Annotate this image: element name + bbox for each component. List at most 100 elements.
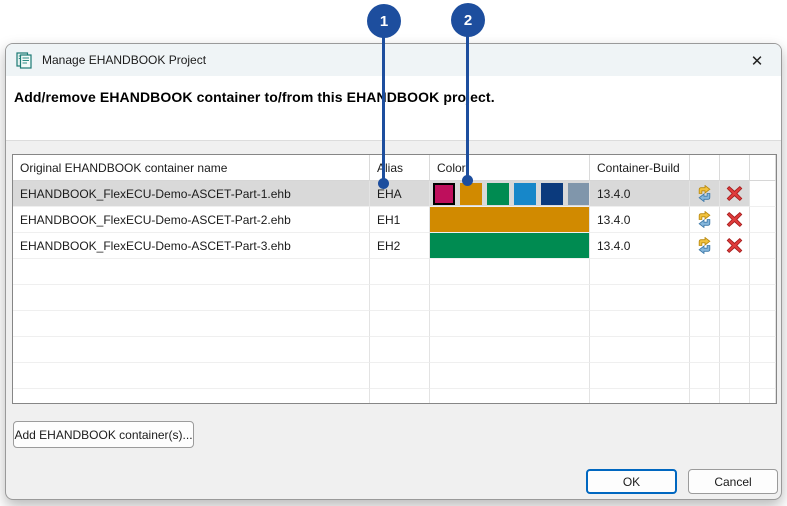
container-name-cell[interactable]: EHANDBOOK_FlexECU-Demo-ASCET-Part-1.ehb bbox=[13, 181, 370, 207]
empty-cell bbox=[370, 363, 430, 389]
swap-cell[interactable] bbox=[690, 233, 720, 259]
color-swatch-orange[interactable] bbox=[460, 182, 482, 205]
container-name-cell[interactable]: EHANDBOOK_FlexECU-Demo-ASCET-Part-2.ehb bbox=[13, 207, 370, 233]
color-swatch-navy[interactable] bbox=[541, 182, 563, 205]
column-header-alias[interactable]: Alias bbox=[370, 155, 430, 181]
filler-cell bbox=[750, 207, 776, 233]
column-header-build[interactable]: Container-Build bbox=[590, 155, 690, 181]
delete-cell[interactable] bbox=[720, 181, 750, 207]
empty-cell bbox=[590, 337, 690, 363]
empty-cell bbox=[370, 259, 430, 285]
add-container-button[interactable]: Add EHANDBOOK container(s)... bbox=[13, 421, 194, 448]
color-cell[interactable] bbox=[430, 207, 590, 233]
column-header-name[interactable]: Original EHANDBOOK container name bbox=[13, 155, 370, 181]
filler-cell bbox=[750, 181, 776, 207]
dialog-title: Manage EHANDBOOK Project bbox=[42, 53, 207, 67]
empty-cell bbox=[750, 389, 776, 403]
color-cell[interactable] bbox=[430, 233, 590, 259]
empty-cell bbox=[720, 363, 750, 389]
ehandbook-app-icon bbox=[16, 51, 32, 69]
manage-ehandbook-dialog: Manage EHANDBOOK Project ✕ Add/remove EH… bbox=[5, 43, 782, 500]
swap-cell[interactable] bbox=[690, 207, 720, 233]
delete-cell[interactable] bbox=[720, 207, 750, 233]
swap-cell[interactable] bbox=[690, 181, 720, 207]
empty-cell bbox=[13, 311, 370, 337]
empty-cell bbox=[720, 311, 750, 337]
alias-cell[interactable]: EH2 bbox=[370, 233, 430, 259]
swap-container-icon[interactable] bbox=[696, 237, 713, 254]
column-header-swap bbox=[690, 155, 720, 181]
color-palette bbox=[433, 182, 589, 205]
delete-cell[interactable] bbox=[720, 233, 750, 259]
empty-cell bbox=[370, 285, 430, 311]
empty-cell bbox=[430, 337, 590, 363]
empty-cell bbox=[720, 285, 750, 311]
container-name-cell[interactable]: EHANDBOOK_FlexECU-Demo-ASCET-Part-3.ehb bbox=[13, 233, 370, 259]
dialog-titlebar[interactable]: Manage EHANDBOOK Project ✕ bbox=[6, 44, 781, 76]
build-cell: 13.4.0 bbox=[590, 233, 690, 259]
callout-badge-1: 1 bbox=[367, 4, 401, 38]
empty-cell bbox=[430, 311, 590, 337]
color-fill[interactable] bbox=[430, 233, 589, 258]
swap-container-icon[interactable] bbox=[696, 211, 713, 228]
empty-cell bbox=[590, 311, 690, 337]
column-header-delete bbox=[720, 155, 750, 181]
color-fill[interactable] bbox=[430, 207, 589, 232]
filler-cell bbox=[750, 233, 776, 259]
empty-cell bbox=[13, 259, 370, 285]
empty-cell bbox=[690, 285, 720, 311]
callout-2-line bbox=[466, 35, 469, 182]
color-cell[interactable] bbox=[430, 181, 590, 207]
empty-cell bbox=[690, 259, 720, 285]
build-cell: 13.4.0 bbox=[590, 207, 690, 233]
callout-badge-2: 2 bbox=[451, 3, 485, 37]
alias-cell[interactable]: EH1 bbox=[370, 207, 430, 233]
empty-cell bbox=[750, 337, 776, 363]
empty-cell bbox=[750, 363, 776, 389]
empty-cell bbox=[720, 337, 750, 363]
close-icon[interactable]: ✕ bbox=[745, 50, 769, 71]
cancel-button[interactable]: Cancel bbox=[688, 469, 778, 494]
empty-cell bbox=[430, 259, 590, 285]
empty-cell bbox=[590, 363, 690, 389]
empty-cell bbox=[690, 363, 720, 389]
callout-2-dot bbox=[462, 175, 473, 186]
instruction-banner: Add/remove EHANDBOOK container to/from t… bbox=[6, 76, 781, 141]
empty-cell bbox=[750, 285, 776, 311]
dialog-heading: Add/remove EHANDBOOK container to/from t… bbox=[14, 89, 495, 105]
delete-container-icon[interactable] bbox=[726, 211, 743, 228]
empty-cell bbox=[690, 311, 720, 337]
empty-cell bbox=[750, 259, 776, 285]
empty-cell bbox=[720, 259, 750, 285]
callout-1-dot bbox=[378, 178, 389, 189]
empty-cell bbox=[690, 389, 720, 403]
screenshot-stage: Manage EHANDBOOK Project ✕ Add/remove EH… bbox=[0, 0, 787, 506]
swap-container-icon[interactable] bbox=[696, 185, 713, 202]
delete-container-icon[interactable] bbox=[726, 237, 743, 254]
color-swatch-crimson[interactable] bbox=[433, 182, 455, 205]
empty-cell bbox=[430, 389, 590, 403]
empty-cell bbox=[13, 363, 370, 389]
callout-1-line bbox=[382, 36, 385, 183]
color-swatch-green[interactable] bbox=[487, 182, 509, 205]
empty-cell bbox=[590, 285, 690, 311]
color-swatch-gray[interactable] bbox=[568, 182, 589, 205]
empty-cell bbox=[13, 337, 370, 363]
delete-container-icon[interactable] bbox=[726, 185, 743, 202]
column-header-color[interactable]: Color bbox=[430, 155, 590, 181]
empty-cell bbox=[370, 389, 430, 403]
ok-button[interactable]: OK bbox=[586, 469, 677, 494]
container-table: Original EHANDBOOK container name Alias … bbox=[12, 154, 777, 404]
empty-cell bbox=[690, 337, 720, 363]
empty-cell bbox=[430, 363, 590, 389]
empty-cell bbox=[750, 311, 776, 337]
empty-cell bbox=[370, 311, 430, 337]
empty-cell bbox=[13, 285, 370, 311]
empty-cell bbox=[720, 389, 750, 403]
empty-cell bbox=[430, 285, 590, 311]
color-swatch-blue[interactable] bbox=[514, 182, 536, 205]
build-cell: 13.4.0 bbox=[590, 181, 690, 207]
empty-cell bbox=[13, 389, 370, 403]
empty-cell bbox=[590, 259, 690, 285]
empty-cell bbox=[590, 389, 690, 403]
